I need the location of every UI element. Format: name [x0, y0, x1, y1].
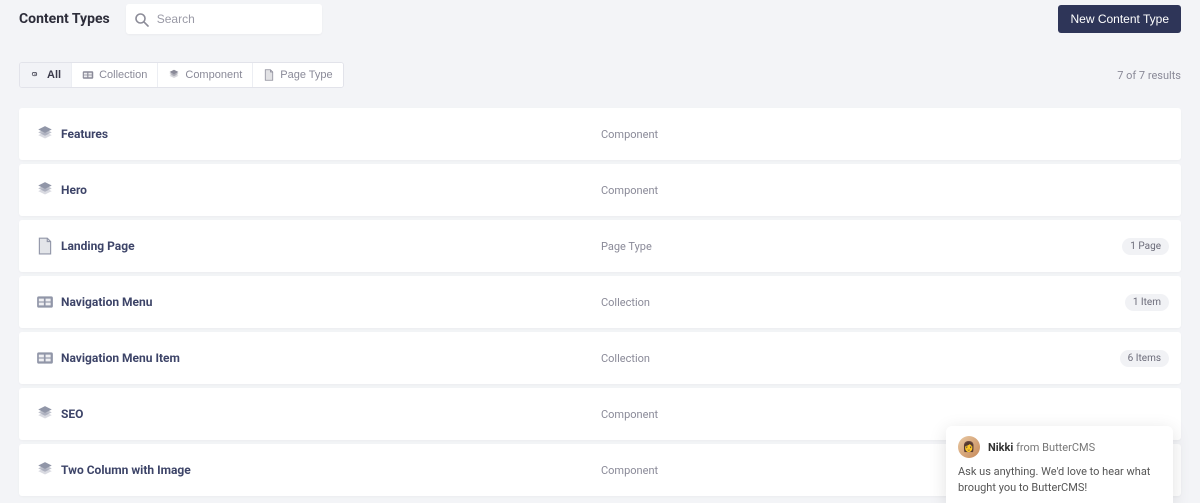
avatar: 👩 — [958, 436, 980, 458]
row-name: Landing Page — [61, 239, 601, 253]
row-type: Page Type — [601, 240, 1122, 253]
results-count: 7 of 7 results — [1117, 69, 1181, 82]
component-icon — [168, 69, 180, 81]
search-input[interactable] — [157, 12, 314, 26]
component-icon — [29, 461, 61, 479]
row-name: Two Column with Image — [61, 463, 601, 477]
table-row[interactable]: FeaturesComponent — [19, 108, 1181, 160]
filter-label: Component — [185, 69, 242, 81]
filter-label: Collection — [99, 69, 147, 81]
filter-label: All — [47, 69, 61, 81]
row-type: Collection — [601, 296, 1125, 309]
row-type: Component — [601, 128, 1169, 141]
row-name: Hero — [61, 183, 601, 197]
count-badge: 6 Items — [1120, 350, 1169, 367]
page-icon — [263, 69, 275, 81]
row-type: Collection — [601, 352, 1120, 365]
row-name: Features — [61, 127, 601, 141]
collection-icon — [29, 349, 61, 367]
chat-widget[interactable]: 👩 Nikki from ButterCMS Ask us anything. … — [946, 426, 1173, 503]
row-name: Navigation Menu Item — [61, 351, 601, 365]
search-field[interactable] — [126, 4, 322, 34]
table-row[interactable]: Navigation MenuCollection1 Item — [19, 276, 1181, 328]
filter-tabs: All Collection Component Page Type — [19, 62, 344, 88]
chat-message: Ask us anything. We'd love to hear what … — [958, 464, 1161, 495]
collection-icon — [82, 69, 94, 81]
search-icon — [134, 12, 149, 27]
component-icon — [29, 181, 61, 199]
chat-sender-name: Nikki — [988, 441, 1013, 454]
page-icon — [29, 237, 61, 255]
table-row[interactable]: Navigation Menu ItemCollection6 Items — [19, 332, 1181, 384]
component-icon — [29, 405, 61, 423]
filter-component[interactable]: Component — [158, 63, 253, 87]
row-type: Component — [601, 184, 1169, 197]
component-icon — [29, 125, 61, 143]
new-content-type-button[interactable]: New Content Type — [1058, 5, 1181, 33]
filter-all[interactable]: All — [20, 63, 72, 87]
row-name: SEO — [61, 407, 601, 421]
count-badge: 1 Item — [1125, 294, 1169, 311]
count-badge: 1 Page — [1122, 238, 1169, 255]
row-type: Component — [601, 408, 1169, 421]
chat-from-text: from ButterCMS — [1016, 441, 1095, 454]
chat-sender-line: Nikki from ButterCMS — [988, 441, 1095, 454]
filter-collection[interactable]: Collection — [72, 63, 158, 87]
link-icon — [30, 69, 42, 81]
filter-page-type[interactable]: Page Type — [253, 63, 342, 87]
table-row[interactable]: HeroComponent — [19, 164, 1181, 216]
page-title: Content Types — [19, 11, 110, 27]
collection-icon — [29, 293, 61, 311]
table-row[interactable]: Landing PagePage Type1 Page — [19, 220, 1181, 272]
row-name: Navigation Menu — [61, 295, 601, 309]
filter-label: Page Type — [280, 69, 332, 81]
